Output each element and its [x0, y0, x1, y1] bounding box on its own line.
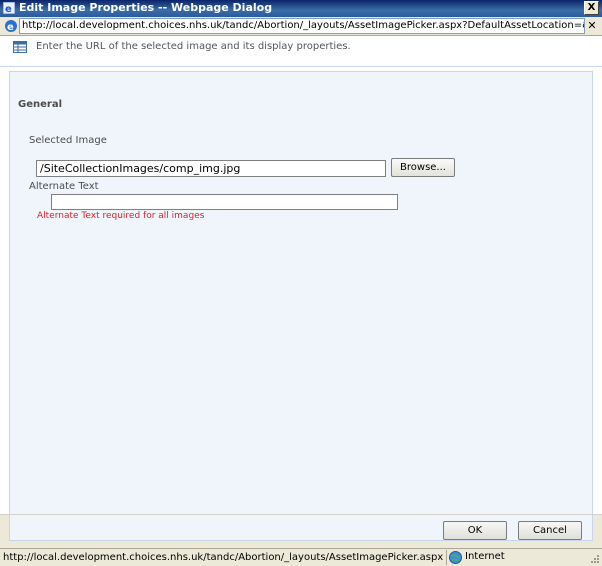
window-titlebar[interactable]: e Edit Image Properties -- Webpage Dialo… — [0, 0, 602, 17]
table-properties-icon — [13, 41, 27, 53]
security-zone: Internet — [446, 550, 556, 565]
address-bar: e http://local.development.choices.nhs.u… — [0, 17, 602, 36]
ok-button[interactable]: OK — [443, 521, 507, 540]
section-title-general: General — [18, 99, 62, 110]
dialog-description-row: Enter the URL of the selected image and … — [0, 36, 602, 67]
selected-image-input[interactable]: /SiteCollectionImages/comp_img.jpg — [36, 160, 386, 177]
address-close-icon[interactable]: ✕ — [585, 19, 599, 33]
close-button[interactable]: X — [584, 1, 599, 15]
status-url: http://local.development.choices.nhs.uk/… — [3, 552, 443, 563]
selected-image-label: Selected Image — [29, 135, 107, 146]
status-bar: http://local.development.choices.nhs.uk/… — [0, 548, 602, 566]
browse-button[interactable]: Browse... — [391, 158, 455, 177]
general-section-panel: General Selected Image /SiteCollectionIm… — [9, 71, 593, 541]
dialog-content: Enter the URL of the selected image and … — [0, 36, 602, 541]
alternate-text-error: Alternate Text required for all images — [37, 211, 205, 221]
footer-separator — [0, 514, 602, 515]
zone-label: Internet — [465, 551, 505, 562]
cancel-button[interactable]: Cancel — [518, 521, 582, 540]
ie-icon: e — [5, 20, 17, 33]
alternate-text-input[interactable] — [51, 194, 398, 210]
app-icon: e — [3, 2, 15, 14]
dialog-description: Enter the URL of the selected image and … — [36, 41, 351, 52]
svg-text:e: e — [5, 4, 12, 14]
alternate-text-label: Alternate Text — [29, 181, 99, 192]
address-url[interactable]: http://local.development.choices.nhs.uk/… — [19, 18, 585, 34]
resize-grip-icon[interactable] — [589, 553, 600, 564]
window-title: Edit Image Properties -- Webpage Dialog — [19, 1, 273, 14]
globe-icon — [449, 551, 462, 564]
svg-text:e: e — [7, 22, 14, 33]
